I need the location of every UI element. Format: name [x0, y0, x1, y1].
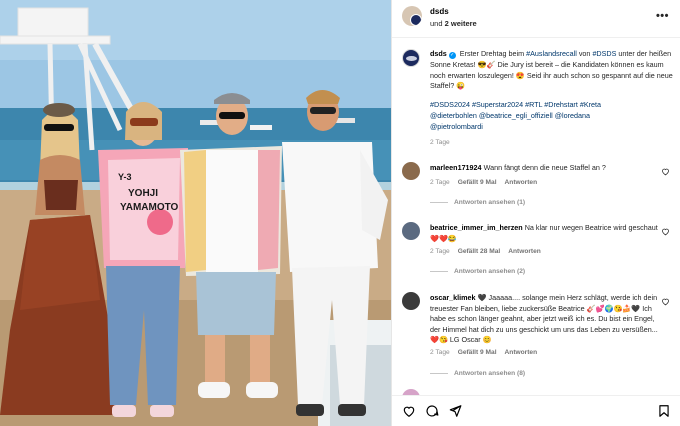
post-caption: dsds ✓ Erster Drehtag beim #Auslandsreca… — [430, 49, 673, 148]
collab-avatar[interactable] — [402, 6, 422, 26]
collab-prefix: und — [430, 19, 443, 28]
comment-text: oscar_klimek 🖤 Jaaaaa.... solange mein H… — [430, 293, 662, 346]
heart-icon[interactable] — [661, 227, 670, 236]
post-author-username[interactable]: dsds — [430, 7, 449, 16]
comment-text: beatrice_immer_im_herzen Na klar nur weg… — [430, 223, 662, 244]
beach-group-photo: Y-3 YOHJI YAMAMOTO — [0, 0, 391, 426]
post-photo[interactable]: Y-3 YOHJI YAMAMOTO — [0, 0, 391, 426]
comment-age: 2 Tage — [430, 248, 450, 255]
caption-hashtags[interactable]: #DSDS2024 #Superstar2024 #RTL #Drehstart… — [430, 100, 601, 109]
post-header: dsds und 2 weitere ••• — [392, 0, 680, 38]
bookmark-icon[interactable] — [657, 404, 671, 418]
comment-meta: 2 Tage Gefällt 9 Mal Antworten — [430, 349, 545, 356]
mention-dieterbohlen[interactable]: @dieterbohlen — [430, 111, 477, 120]
comment-meta: 2 Tage Gefällt 9 Mal Antworten — [430, 179, 545, 186]
caption-text-2: von — [576, 49, 593, 58]
post-detail-panel: dsds und 2 weitere ••• dsds ✓ Erster Dre… — [391, 0, 680, 426]
shirt-text-2: YOHJI — [128, 188, 158, 199]
comment-icon[interactable] — [425, 404, 439, 418]
comment-age: 2 Tage — [430, 349, 450, 356]
share-icon[interactable] — [448, 404, 462, 418]
mention-beatrice[interactable]: @beatrice_egli_offiziell — [479, 111, 553, 120]
comment-meta: 2 Tage Gefällt 28 Mal Antworten — [430, 248, 549, 255]
comment-avatar[interactable] — [402, 162, 420, 180]
caption-username[interactable]: dsds — [430, 49, 447, 58]
heart-icon[interactable] — [402, 404, 416, 418]
comment-username[interactable]: marleen171924 — [430, 163, 482, 172]
comment-likes[interactable]: Gefällt 9 Mal — [458, 179, 497, 186]
shirt-text-3: YAMAMOTO — [120, 202, 179, 213]
comment-avatar[interactable] — [402, 292, 420, 310]
comment-text: marleen171924 Wann fängt denn die neue S… — [430, 163, 662, 174]
reply-button[interactable]: Antworten — [505, 349, 538, 356]
mention-loredana[interactable]: @loredana — [555, 111, 590, 120]
comment-likes[interactable]: Gefällt 9 Mal — [458, 349, 497, 356]
caption-text-1: Erster Drehtag beim — [459, 49, 527, 58]
verified-badge-icon: ✓ — [448, 52, 456, 59]
comment-username[interactable]: oscar_klimek — [430, 293, 476, 302]
comment-likes[interactable]: Gefällt 28 Mal — [458, 248, 501, 255]
reply-button[interactable]: Antworten — [505, 179, 538, 186]
mention-pietrolombardi[interactable]: @pietrolombardi — [430, 122, 483, 131]
collab-count: 2 weitere — [444, 19, 477, 28]
comment-age: 2 Tage — [430, 179, 450, 186]
view-replies-button[interactable]: Antworten ansehen (2) — [430, 268, 525, 275]
view-replies-button[interactable]: Antworten ansehen (1) — [430, 199, 525, 206]
reply-button[interactable]: Antworten — [508, 248, 541, 255]
shirt-text-1: Y-3 — [118, 172, 132, 182]
comment-avatar[interactable] — [402, 222, 420, 240]
heart-icon[interactable] — [661, 297, 670, 306]
hashtag-dsds[interactable]: #DSDS — [592, 49, 616, 58]
post-actions-bar — [392, 395, 680, 426]
comment-body: Wann fängt denn die neue Staffel an ? — [483, 163, 606, 172]
view-replies-button[interactable]: Antworten ansehen (8) — [430, 370, 525, 377]
more-options-icon[interactable]: ••• — [656, 10, 669, 22]
comment-username[interactable]: beatrice_immer_im_herzen — [430, 223, 523, 232]
collaborators-text[interactable]: und 2 weitere — [430, 19, 477, 28]
caption-avatar[interactable] — [402, 49, 420, 67]
caption-age: 2 Tage — [430, 138, 450, 146]
hashtag-auslandsrecall[interactable]: #Auslandsrecall — [526, 49, 577, 58]
heart-icon[interactable] — [661, 167, 670, 176]
